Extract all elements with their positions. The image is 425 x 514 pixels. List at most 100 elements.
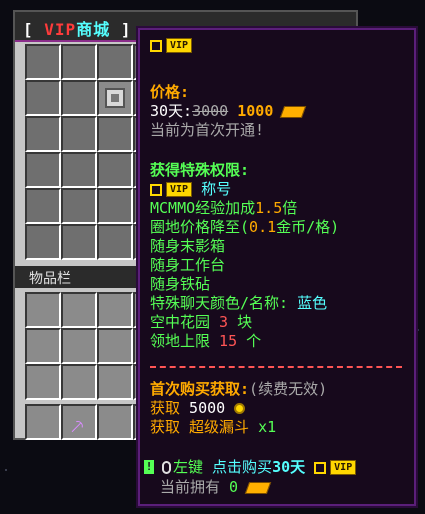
perk-claim-value: 15 — [219, 332, 238, 350]
mouse-left-icon — [162, 461, 171, 474]
shop-slot[interactable] — [25, 224, 61, 260]
perk-land-value: 0.1 — [249, 218, 277, 236]
tooltip-divider — [150, 366, 402, 368]
perk-garden-text: 空中花园 — [150, 313, 211, 331]
perk-mcmmo-text: MCMMO经验加成 — [150, 199, 256, 217]
shop-slot[interactable] — [25, 116, 61, 152]
inventory-label: 物品栏 — [29, 271, 71, 287]
perk-workbench: 随身工作台 — [150, 256, 226, 274]
old-price: 3000 — [192, 102, 229, 120]
perks-header: 获得特殊权限: — [150, 161, 250, 179]
first-open-note: 当前为首次开通! — [150, 121, 265, 139]
shop-slot[interactable] — [61, 44, 97, 80]
purchase-action[interactable]: 左键 点击购买30天 VIP — [160, 458, 357, 477]
vip-lock-icon — [150, 183, 162, 196]
enchanted-hoe-icon: ⸕ — [69, 414, 86, 439]
reward-money: 获取 5000 — [150, 399, 246, 418]
perk-mcmmo-value: 1.5 — [255, 199, 283, 217]
hotbar-slot-hoe[interactable]: ⸕ — [61, 404, 97, 440]
reward-item: 获取 超级漏斗 x1 — [150, 418, 276, 437]
perk-claim-text: 领地上限 — [150, 332, 211, 350]
price-duration: 30天: — [150, 102, 193, 120]
vip-lock-icon — [150, 39, 162, 52]
tooltip-item-name: VIP — [150, 36, 193, 55]
perk-chat-text: 特殊聊天颜色/名称: — [150, 294, 289, 312]
reward-item-label: 获取 — [150, 418, 181, 436]
shop-slot-vip-item[interactable] — [97, 80, 133, 116]
reward-money-value: 5000 — [189, 399, 226, 417]
inventory-slot[interactable] — [25, 328, 61, 364]
perk-land: 圈地价格降至(0.1金币/格) — [150, 218, 339, 237]
vip-badge: VIP — [166, 38, 193, 53]
reward-item-count: x1 — [258, 418, 277, 436]
shop-slot[interactable] — [61, 116, 97, 152]
perk-garden: 空中花园 3 块 — [150, 313, 252, 332]
window-title: [ VIP商城 ] — [23, 16, 131, 40]
action-text: 点击购买 — [212, 458, 273, 476]
perk-garden-unit: 块 — [237, 313, 253, 331]
gold-ingot-icon — [244, 481, 272, 494]
action-duration: 30天 — [272, 458, 306, 476]
inventory-slot[interactable] — [25, 292, 61, 328]
reward-money-label: 获取 — [150, 399, 181, 417]
shop-slot[interactable] — [97, 188, 133, 224]
shop-slot[interactable] — [61, 152, 97, 188]
shop-slot[interactable] — [61, 188, 97, 224]
inventory-slot[interactable] — [97, 328, 133, 364]
perk-claim: 领地上限 15 个 — [150, 332, 261, 351]
perk-anvil: 随身铁砧 — [150, 275, 211, 293]
perk-mcmmo-unit: 倍 — [282, 199, 298, 217]
vip-block-icon — [105, 88, 125, 108]
perk-title: VIP 称号 — [150, 180, 231, 199]
shop-slot[interactable] — [97, 116, 133, 152]
perk-mcmmo: MCMMO经验加成1.5倍 — [150, 199, 297, 218]
vip-item-tooltip: VIP 价格: 30天:3000 1000 当前为首次开通! 获得特殊权限: V… — [136, 26, 418, 508]
action-click-label: 左键 — [173, 458, 204, 476]
shop-slot[interactable] — [97, 152, 133, 188]
coin-icon — [234, 403, 246, 414]
exclamation-icon: ! — [144, 460, 154, 474]
title-bracket-close: ] — [120, 20, 132, 39]
vip-badge: VIP — [330, 460, 357, 475]
shop-slot[interactable] — [25, 188, 61, 224]
title-shop: 商城 — [76, 20, 111, 39]
inventory-slot[interactable] — [97, 292, 133, 328]
gold-ingot-icon — [280, 105, 307, 118]
inventory-slot[interactable] — [97, 364, 133, 400]
vip-badge: VIP — [166, 182, 193, 197]
owned-label: 当前拥有 — [160, 478, 221, 496]
shop-slot[interactable] — [25, 80, 61, 116]
perk-title-text: 称号 — [201, 180, 232, 198]
shop-slot[interactable] — [25, 152, 61, 188]
inventory-slot[interactable] — [61, 292, 97, 328]
perk-enderchest: 随身末影箱 — [150, 237, 226, 255]
perk-chat: 特殊聊天颜色/名称: 蓝色 — [150, 294, 327, 313]
hotbar-slot[interactable] — [25, 404, 61, 440]
owned-value: 0 — [229, 478, 239, 496]
price-line: 30天:3000 1000 — [150, 102, 307, 121]
shop-slot[interactable] — [97, 224, 133, 260]
vip-lock-icon — [314, 461, 327, 474]
new-price: 1000 — [237, 102, 274, 120]
owned-line: 当前拥有 0 — [160, 478, 272, 497]
price-header: 价格: — [150, 83, 190, 101]
inventory-slot[interactable] — [61, 328, 97, 364]
first-buy-header: 首次购买获取: — [150, 380, 250, 398]
title-vip: VIP — [44, 20, 77, 39]
hotbar-slot[interactable] — [97, 404, 133, 440]
perk-land-text: 圈地价格降至( — [150, 218, 250, 236]
inventory-slot[interactable] — [25, 364, 61, 400]
perk-garden-value: 3 — [219, 313, 229, 331]
reward-item-name: 超级漏斗 — [189, 418, 250, 436]
shop-slot[interactable] — [25, 44, 61, 80]
first-buy-note: (续费无效) — [249, 380, 328, 398]
title-bracket-open: [ — [23, 20, 34, 39]
first-buy-line: 首次购买获取:(续费无效) — [150, 380, 327, 399]
shop-slot[interactable] — [97, 44, 133, 80]
perk-claim-unit: 个 — [246, 332, 262, 350]
inventory-slot[interactable] — [61, 364, 97, 400]
shop-slot[interactable] — [61, 224, 97, 260]
perk-land-unit: 金币/格) — [276, 218, 340, 236]
perk-chat-value: 蓝色 — [297, 294, 328, 312]
shop-slot[interactable] — [61, 80, 97, 116]
